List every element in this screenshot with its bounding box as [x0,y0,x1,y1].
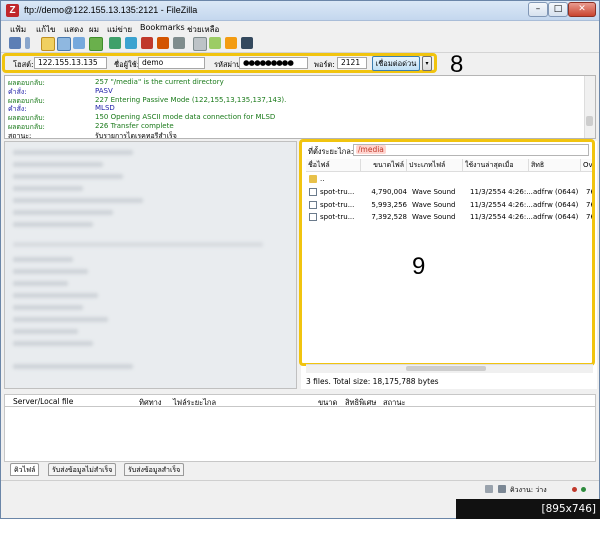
filezilla-icon: Z [6,4,19,17]
local-tree-toggle-icon[interactable] [57,37,71,51]
cancel-operation-icon[interactable] [141,37,153,49]
username-label: ชื่อผู้ใช้: [114,60,140,69]
username-input[interactable]: demo [138,57,205,69]
annotation-number-9: 9 [412,253,426,280]
speed-limit-icon[interactable] [498,485,506,493]
log-type: สถานะ: [8,131,32,139]
send-indicator-icon [581,487,586,492]
menu-help[interactable]: ช่วยเหลือ [187,23,219,36]
queue-column-server-local[interactable]: Server/Local file [13,397,73,406]
tab-successful-transfers[interactable]: รับส่งข้อมูลสำเร็จ [124,463,185,476]
watermark: [895x746] https://upic.me/ [456,499,600,535]
log-message: 257 "/media" is the current directory [95,78,224,86]
remote-file-list-scrollbar[interactable] [306,364,593,373]
host-input[interactable]: 122.155.13.135 [34,57,107,69]
log-message: MLSD [95,104,115,113]
message-log-scrollbar[interactable] [584,76,595,138]
log-message: 150 Opening ASCII mode data connection f… [95,113,276,122]
message-log-toggle-icon[interactable] [41,37,55,51]
disconnect-icon[interactable] [157,37,169,49]
directory-comparison-icon[interactable] [209,37,221,49]
encryption-lock-icon [485,485,493,493]
highlight-frame-9 [299,139,595,366]
transfer-queue-header: Server/Local file ทิศทาง ไฟล์ระยะไกล ขนา… [4,394,596,407]
receive-indicator-icon [572,487,577,492]
scrollbar-thumb[interactable] [586,116,593,126]
title-bar: Z ftp://demo@122.155.13.135:2121 - FileZ… [1,1,599,21]
quickconnect-history-dropdown[interactable]: ▾ [422,56,432,71]
close-button[interactable]: ✕ [568,2,596,17]
message-log[interactable]: ผลตอบกลับ: 257 "/media" is the current di… [4,75,596,139]
menu-file[interactable]: แฟ้ม [10,23,26,36]
log-message: 227 Entering Passive Mode (122,155,13,13… [95,95,287,104]
password-input[interactable]: ●●●●●●●●● [239,57,308,69]
menu-view[interactable]: แสดง [64,23,83,36]
scrollbar-thumb[interactable] [406,366,486,371]
menu-bookmarks[interactable]: Bookmarks [140,23,185,32]
remote-files-summary: 3 files. Total size: 18,175,788 bytes [306,377,439,386]
port-label: พอร์ต: [314,60,335,69]
minimize-button[interactable]: – [528,2,548,17]
menu-edit[interactable]: แก้ไข [36,23,56,36]
status-bar: คิวงาน: ว่าง [1,480,599,497]
filezilla-window: Z ftp://demo@122.155.13.135:2121 - FileZ… [0,0,600,519]
menu-transfer[interactable]: ผม [89,23,99,36]
port-input[interactable]: 2121 [337,57,367,69]
log-message: PASV [95,86,113,95]
log-message: รับรายการไดเรคทอรีสำเร็จ [95,131,177,139]
search-remote-files-icon[interactable] [241,37,253,49]
transfer-queue-list[interactable] [4,407,596,462]
log-message: 226 Transfer complete [95,122,174,130]
host-label: โฮสต์: [13,60,34,69]
reconnect-icon[interactable] [173,37,185,49]
tab-failed-transfers[interactable]: รับส่งข้อมูลไม่สำเร็จ [48,463,117,476]
menu-bar: แฟ้ม แก้ไข แสดง ผม แม่ข่าย Bookmarks ช่ว… [1,21,599,35]
site-manager-dropdown-icon[interactable] [25,37,30,49]
site-manager-icon[interactable] [9,37,21,49]
process-queue-icon[interactable] [125,37,137,49]
synchronized-browsing-icon[interactable] [225,37,237,49]
queue-status-label: คิวงาน: ว่าง [510,486,547,494]
directory-listing-filters-icon[interactable] [193,37,207,51]
maximize-button[interactable]: □ [548,2,568,17]
local-files-pane-blurred [4,141,297,389]
queue-toggle-icon[interactable] [89,37,103,51]
menu-server[interactable]: แม่ข่าย [107,23,132,36]
refresh-icon[interactable] [109,37,121,49]
tab-queued-files[interactable]: คิวไฟล์ [10,463,40,476]
quickconnect-button[interactable]: เชื่อมต่อด่วน [372,56,420,71]
remote-tree-toggle-icon[interactable] [73,37,85,49]
window-title: ftp://demo@122.155.13.135:2121 - FileZil… [24,5,198,15]
toolbar [1,36,599,53]
